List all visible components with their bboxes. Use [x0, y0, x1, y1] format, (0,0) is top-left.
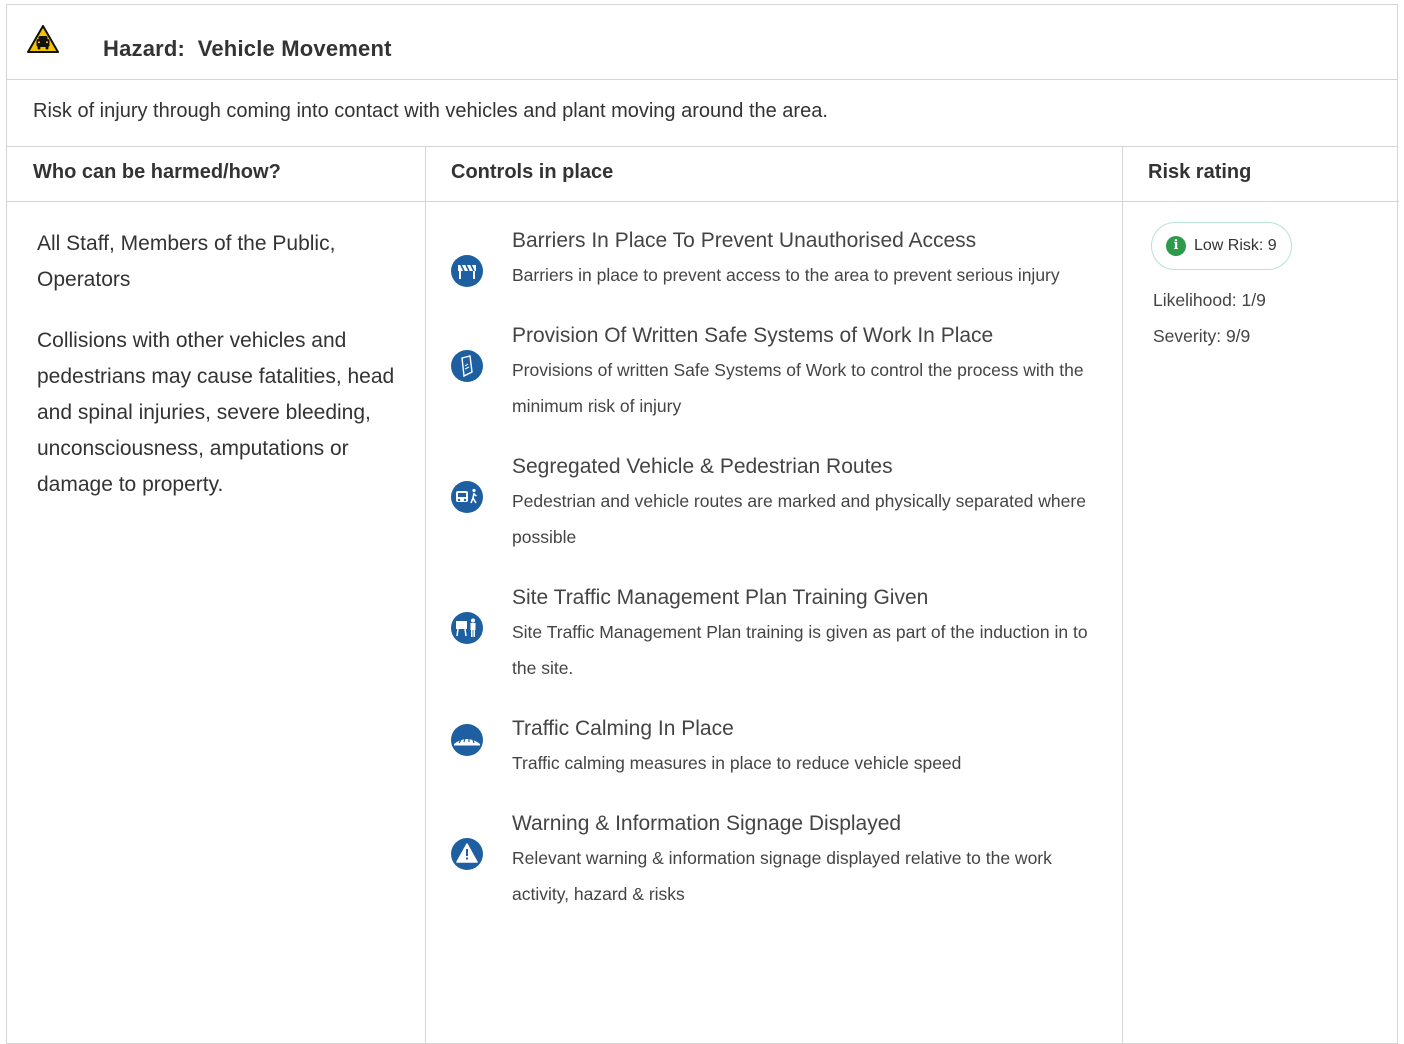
- control-item: Warning & Information Signage Displayed …: [450, 809, 1090, 912]
- barrier-icon: [451, 255, 483, 287]
- control-title: Traffic Calming In Place: [512, 717, 734, 740]
- hazard-title: Hazard: Vehicle Movement: [103, 36, 392, 61]
- likelihood: Likelihood: 1/9: [1153, 290, 1266, 310]
- document-icon: [451, 350, 483, 382]
- control-title: Barriers In Place To Prevent Unauthorise…: [512, 229, 977, 252]
- column-header-controls: Controls in place: [425, 147, 1122, 202]
- risk-badge-label: Low Risk: 9: [1194, 237, 1277, 254]
- training-icon: [451, 612, 483, 644]
- control-title: Site Traffic Management Plan Training Gi…: [512, 586, 929, 609]
- affected-people: All Staff, Members of the Public, Operat…: [37, 232, 336, 291]
- control-description: Provisions of written Safe Systems of Wo…: [512, 360, 1084, 416]
- control-description: Site Traffic Management Plan training is…: [512, 622, 1088, 678]
- severity: Severity: 9/9: [1153, 326, 1251, 346]
- vehicle-pedestrian-icon: [451, 481, 483, 513]
- column-divider: [425, 147, 426, 1043]
- control-description: Pedestrian and vehicle routes are marked…: [512, 491, 1086, 547]
- column-header-who: Who can be harmed/how?: [7, 147, 425, 202]
- control-description: Traffic calming measures in place to red…: [512, 753, 962, 773]
- who-can-be-harmed: All Staff, Members of the Public, Operat…: [37, 226, 397, 528]
- risk-badge[interactable]: i Low Risk: 9: [1151, 222, 1292, 270]
- control-item: Traffic Calming In Place Traffic calming…: [450, 714, 1090, 781]
- warning-vehicle-icon: [27, 25, 59, 53]
- control-title: Provision Of Written Safe Systems of Wor…: [512, 324, 994, 347]
- hazard-description: Risk of injury through coming into conta…: [33, 100, 828, 122]
- warning-sign-icon: [451, 838, 483, 870]
- control-item: Provision Of Written Safe Systems of Wor…: [450, 321, 1090, 424]
- column-divider: [1122, 147, 1123, 1043]
- column-header-risk: Risk rating: [1122, 147, 1399, 202]
- control-description: Relevant warning & information signage d…: [512, 848, 1052, 904]
- hazard-header: Hazard: Vehicle Movement: [7, 5, 1397, 80]
- controls-list: Barriers In Place To Prevent Unauthorise…: [450, 226, 1090, 940]
- control-description: Barriers in place to prevent access to t…: [512, 265, 1060, 285]
- control-title: Warning & Information Signage Displayed: [512, 812, 902, 835]
- harm-description: Collisions with other vehicles and pedes…: [37, 329, 395, 496]
- control-title: Segregated Vehicle & Pedestrian Routes: [512, 455, 893, 478]
- risk-rating: i Low Risk: 9 Likelihood: 1/9 Severity: …: [1151, 222, 1381, 354]
- control-item: Segregated Vehicle & Pedestrian Routes P…: [450, 452, 1090, 555]
- info-icon: i: [1166, 236, 1186, 256]
- control-item: Site Traffic Management Plan Training Gi…: [450, 583, 1090, 686]
- control-item: Barriers In Place To Prevent Unauthorise…: [450, 226, 1090, 293]
- speed-bump-icon: [451, 724, 483, 756]
- hazard-description-row: Risk of injury through coming into conta…: [7, 80, 1397, 147]
